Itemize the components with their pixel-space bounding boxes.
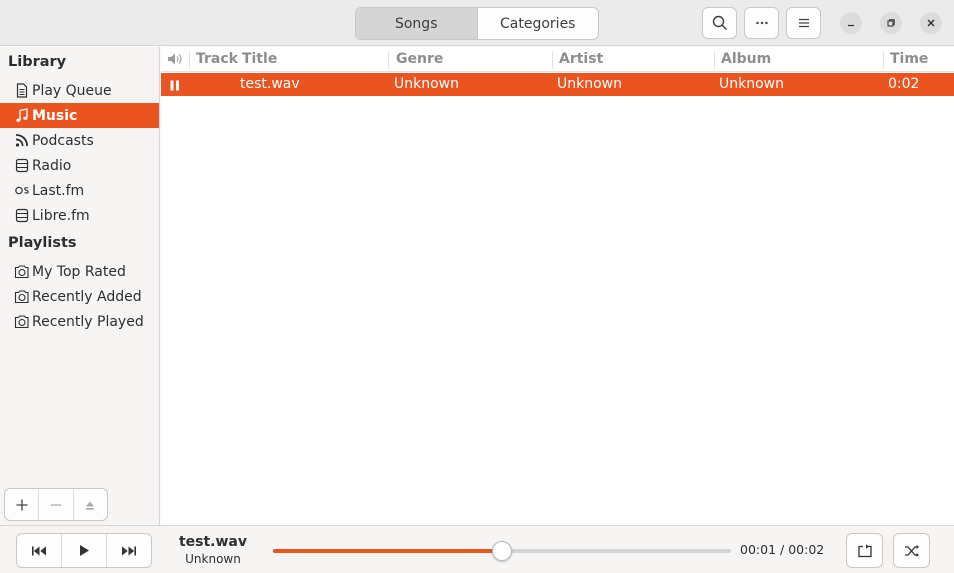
column-header-time[interactable]: Time xyxy=(890,51,928,67)
menu-icon xyxy=(798,18,809,28)
search-button[interactable] xyxy=(702,7,737,39)
cell-album: Unknown xyxy=(719,76,784,92)
library-heading: Library xyxy=(8,54,67,70)
remove-icon xyxy=(50,503,61,506)
column-header-genre[interactable]: Genre xyxy=(396,51,443,67)
playlist-icon xyxy=(14,314,30,330)
cell-artist: Unknown xyxy=(557,76,622,92)
sidebar-item-recently-played[interactable]: Recently Played xyxy=(0,309,159,334)
play-icon xyxy=(80,545,89,556)
column-separator xyxy=(714,51,715,69)
now-playing-artist: Unknown xyxy=(185,552,241,566)
sidebar-item-label: My Top Rated xyxy=(32,263,126,280)
play-button[interactable] xyxy=(62,534,107,567)
sidebar-item-librefm[interactable]: Libre.fm xyxy=(0,203,159,228)
eject-button[interactable] xyxy=(74,489,107,520)
close-button[interactable] xyxy=(920,12,942,34)
close-icon xyxy=(927,19,935,27)
minimize-button[interactable] xyxy=(840,12,862,34)
column-header-album[interactable]: Album xyxy=(721,51,771,67)
repeat-button[interactable] xyxy=(846,533,883,568)
table-row[interactable]: test.wav Unknown Unknown Unknown 0:02 xyxy=(161,73,954,96)
speaker-icon[interactable] xyxy=(167,52,183,70)
column-header-track[interactable]: Track xyxy=(196,51,238,67)
sidebar-item-podcasts[interactable]: Podcasts xyxy=(0,128,159,153)
tab-songs[interactable]: Songs xyxy=(356,8,478,39)
now-playing-title: test.wav xyxy=(178,534,248,550)
search-icon xyxy=(712,15,727,30)
cell-genre: Unknown xyxy=(394,76,459,92)
playlist-icon xyxy=(14,264,30,280)
sidebar-item-label: Music xyxy=(32,107,78,124)
skip-forward-icon xyxy=(122,546,136,555)
sidebar-item-radio[interactable]: Radio xyxy=(0,153,159,178)
main-menu-button[interactable] xyxy=(786,7,821,39)
column-separator xyxy=(189,51,190,69)
sidebar-item-label: Last.fm xyxy=(32,182,85,199)
sidebar-item-label: Radio xyxy=(32,157,72,174)
sidebar-item-label: Recently Played xyxy=(32,313,144,330)
skip-back-icon xyxy=(32,546,46,555)
radio-icon xyxy=(14,158,30,174)
sidebar: Library Play Queue Music Podcasts Radio … xyxy=(0,47,160,525)
music-note-icon xyxy=(14,108,30,124)
cell-title: test.wav xyxy=(240,76,300,92)
pause-icon xyxy=(170,79,180,95)
seek-progress xyxy=(273,549,502,553)
remove-playlist-button[interactable] xyxy=(39,489,74,520)
restore-button[interactable] xyxy=(880,12,902,34)
column-header-title[interactable]: Title xyxy=(242,51,277,67)
sidebar-item-play-queue[interactable]: Play Queue xyxy=(0,78,159,103)
column-header-artist[interactable]: Artist xyxy=(559,51,603,67)
sidebar-item-label: Recently Added xyxy=(32,288,142,305)
player-bar: test.wav Unknown 00:01 / 00:02 xyxy=(0,525,954,573)
lastfm-icon xyxy=(14,183,30,199)
header-bar: Songs Categories xyxy=(0,0,954,46)
seek-handle[interactable] xyxy=(492,541,512,561)
column-separator xyxy=(388,51,389,69)
sidebar-item-label: Podcasts xyxy=(32,132,94,149)
elapsed-time: 00:01 xyxy=(740,542,777,557)
table-header: Track Title Genre Artist Album Time xyxy=(161,47,954,72)
column-separator xyxy=(883,51,884,69)
tab-categories[interactable]: Categories xyxy=(478,8,599,39)
sidebar-item-label: Libre.fm xyxy=(32,207,90,224)
seek-slider[interactable] xyxy=(273,541,731,561)
radio-icon xyxy=(14,208,30,224)
rss-icon xyxy=(14,133,30,149)
column-separator xyxy=(552,51,553,69)
sidebar-item-music[interactable]: Music xyxy=(0,103,159,128)
playlist-icon xyxy=(14,289,30,305)
sidebar-item-label: Play Queue xyxy=(32,82,112,99)
sidebar-item-my-top-rated[interactable]: My Top Rated xyxy=(0,259,159,284)
add-icon xyxy=(16,499,28,510)
more-icon xyxy=(755,21,768,25)
sidebar-item-lastfm[interactable]: Last.fm xyxy=(0,178,159,203)
sidebar-item-recently-added[interactable]: Recently Added xyxy=(0,284,159,309)
transport-controls xyxy=(16,533,152,568)
playlists-heading: Playlists xyxy=(8,235,77,251)
previous-button[interactable] xyxy=(17,534,62,567)
minimize-icon xyxy=(848,24,854,27)
sidebar-toolbar xyxy=(4,488,108,521)
next-button[interactable] xyxy=(107,534,151,567)
document-icon xyxy=(14,83,30,99)
view-switcher: Songs Categories xyxy=(355,7,599,40)
restore-icon xyxy=(887,19,895,27)
shuffle-button[interactable] xyxy=(893,533,930,568)
shuffle-icon xyxy=(904,544,919,557)
total-time: 00:02 xyxy=(788,542,825,557)
add-playlist-button[interactable] xyxy=(5,489,40,520)
cell-time: 0:02 xyxy=(888,76,920,92)
time-readout: 00:01 / 00:02 xyxy=(740,542,825,557)
repeat-icon xyxy=(857,543,872,557)
more-button[interactable] xyxy=(744,7,779,39)
song-list[interactable]: Track Title Genre Artist Album Time test… xyxy=(161,47,954,525)
eject-icon xyxy=(86,501,95,510)
